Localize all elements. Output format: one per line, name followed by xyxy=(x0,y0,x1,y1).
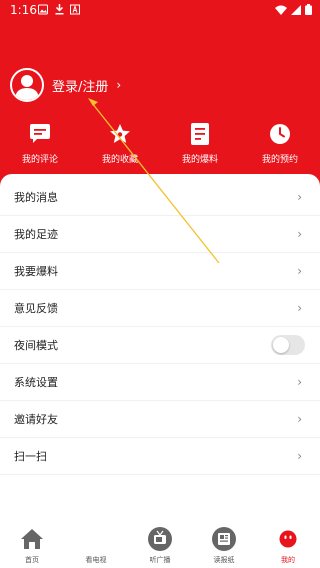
quick-action-favorites[interactable]: 我的收藏 xyxy=(80,122,160,166)
quick-action-label: 我的爆料 xyxy=(181,155,218,165)
toggle-knob xyxy=(273,337,289,353)
quick-action-comments[interactable]: 我的评论 xyxy=(0,122,80,166)
chevron-right-icon: › xyxy=(297,375,302,389)
menu-item-invite-friends[interactable]: 邀请好友 › xyxy=(0,401,320,438)
login-register-button[interactable]: 登录/注册 › xyxy=(10,67,121,103)
tab-label: 我的 xyxy=(281,556,295,564)
wifi-icon xyxy=(275,5,287,15)
chevron-right-icon: › xyxy=(297,412,302,426)
comment-icon xyxy=(28,122,52,146)
a-box-icon xyxy=(70,4,80,15)
quick-action-label: 我的评论 xyxy=(21,155,58,165)
menu-item-label: 系统设置 xyxy=(14,376,58,389)
tab-label: 听广播 xyxy=(149,556,171,564)
image-notification-icon xyxy=(38,4,48,15)
chevron-right-icon: › xyxy=(116,78,122,92)
quick-action-reports[interactable]: 我的爆料 xyxy=(160,122,240,166)
user-avatar-icon xyxy=(10,68,44,102)
login-register-label: 登录/注册 xyxy=(52,79,109,95)
tab-label: 首页 xyxy=(25,556,39,564)
tv-icon xyxy=(84,527,108,551)
chevron-right-icon: › xyxy=(297,264,302,278)
profile-icon xyxy=(276,527,300,551)
settings-menu: 我的消息 › 我的足迹 › 我要爆料 › 意见反馈 › 夜间模式 系统设置 › … xyxy=(0,174,320,514)
chevron-right-icon: › xyxy=(297,449,302,463)
home-icon xyxy=(20,527,44,551)
download-icon xyxy=(55,4,64,15)
quick-actions: 我的评论 我的收藏 我的爆料 我的预约 xyxy=(0,122,320,166)
signal-icon xyxy=(291,4,301,15)
tab-home[interactable]: 首页 xyxy=(0,520,64,568)
clock-icon xyxy=(268,122,292,146)
chevron-right-icon: › xyxy=(297,301,302,315)
quick-action-label: 我的收藏 xyxy=(101,155,138,165)
quick-action-reservations[interactable]: 我的预约 xyxy=(240,122,320,166)
menu-item-system-settings[interactable]: 系统设置 › xyxy=(0,364,320,401)
bottom-tab-bar: 首页 看电视 听广播 读报纸 我的 xyxy=(0,520,320,568)
star-icon xyxy=(108,122,132,146)
radio-icon xyxy=(148,527,172,551)
menu-item-submit-report[interactable]: 我要爆料 › xyxy=(0,253,320,290)
quick-action-label: 我的预约 xyxy=(261,155,298,165)
tab-label: 看电视 xyxy=(85,556,107,564)
status-bar: 1:16 xyxy=(0,0,320,20)
tab-watch-tv[interactable]: 看电视 xyxy=(64,520,128,568)
menu-item-label: 我的足迹 xyxy=(14,228,58,241)
chevron-right-icon: › xyxy=(297,190,302,204)
status-time: 1:16 xyxy=(10,3,37,17)
menu-item-label: 意见反馈 xyxy=(14,302,58,315)
document-icon xyxy=(188,122,212,146)
menu-item-scan[interactable]: 扫一扫 › xyxy=(0,438,320,475)
menu-item-night-mode: 夜间模式 xyxy=(0,327,320,364)
tab-label: 读报纸 xyxy=(213,556,235,564)
newspaper-icon xyxy=(212,527,236,551)
menu-item-label: 我要爆料 xyxy=(14,265,58,278)
menu-item-messages[interactable]: 我的消息 › xyxy=(0,179,320,216)
tab-newspaper[interactable]: 读报纸 xyxy=(192,520,256,568)
menu-item-label: 扫一扫 xyxy=(14,450,47,463)
tab-radio[interactable]: 听广播 xyxy=(128,520,192,568)
menu-item-history[interactable]: 我的足迹 › xyxy=(0,216,320,253)
tab-profile[interactable]: 我的 xyxy=(256,520,320,568)
menu-item-label: 夜间模式 xyxy=(14,339,58,352)
chevron-right-icon: › xyxy=(297,227,302,241)
night-mode-toggle[interactable] xyxy=(271,335,305,355)
menu-item-label: 我的消息 xyxy=(14,191,58,204)
menu-item-label: 邀请好友 xyxy=(14,413,58,426)
battery-icon xyxy=(305,4,312,15)
menu-item-feedback[interactable]: 意见反馈 › xyxy=(0,290,320,327)
